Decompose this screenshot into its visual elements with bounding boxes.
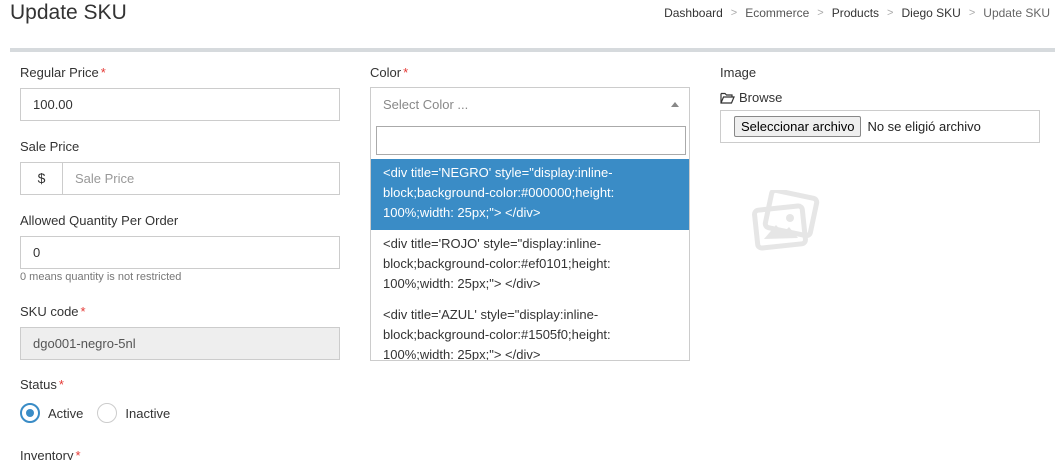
breadcrumb-diego-sku[interactable]: Diego SKU (901, 6, 960, 20)
image-placeholder-icon (752, 190, 820, 251)
sku-code-input[interactable]: dgo001-negro-5nl (20, 327, 340, 360)
color-search-input[interactable] (376, 126, 686, 155)
sale-price-input[interactable]: Sale Price (63, 162, 340, 195)
breadcrumb-dashboard[interactable]: Dashboard (664, 6, 723, 20)
breadcrumb-ecommerce[interactable]: Ecommerce (745, 6, 809, 20)
breadcrumb-products[interactable]: Products (832, 6, 879, 20)
color-option-negro[interactable]: <div title='NEGRO' style="display:inline… (371, 159, 689, 230)
color-option-rojo[interactable]: <div title='ROJO' style="display:inline-… (371, 230, 689, 301)
file-status-text: No se eligió archivo (867, 119, 981, 134)
color-label: Color * (370, 65, 409, 80)
color-select-placeholder: Select Color ... (383, 97, 469, 112)
dollar-addon: $ (20, 162, 63, 195)
sale-price-group: $ Sale Price (20, 162, 340, 195)
inventory-label: Inventory * (20, 448, 81, 460)
file-input: Seleccionar archivo No se eligió archivo (720, 110, 1040, 143)
breadcrumb-current: Update SKU (983, 6, 1050, 20)
status-inactive-label[interactable]: Inactive (125, 406, 170, 421)
page-title: Update SKU (10, 1, 127, 24)
chevron-up-icon (671, 102, 679, 107)
breadcrumb-separator: > (817, 7, 824, 19)
color-select[interactable]: Select Color ... (370, 87, 690, 122)
folder-open-icon (720, 92, 735, 104)
allowed-quantity-input[interactable]: 0 (20, 236, 340, 269)
choose-file-button[interactable]: Seleccionar archivo (734, 116, 862, 137)
allowed-quantity-help: 0 means quantity is not restricted (20, 271, 182, 283)
breadcrumb: Dashboard > Ecommerce > Products > Diego… (664, 6, 1050, 20)
sku-code-label: SKU code * (20, 304, 86, 319)
status-active-label[interactable]: Active (48, 406, 83, 421)
status-radio-group: Active Inactive (20, 403, 184, 423)
breadcrumb-separator: > (968, 7, 976, 19)
regular-price-label: Regular Price * (20, 65, 106, 80)
breadcrumb-separator: > (887, 7, 894, 19)
sale-price-label: Sale Price (20, 139, 80, 154)
color-option-azul[interactable]: <div title='AZUL' style="display:inline-… (371, 301, 689, 360)
breadcrumb-separator: > (730, 7, 738, 19)
allowed-quantity-label: Allowed Quantity Per Order (20, 213, 179, 228)
regular-price-input[interactable]: 100.00 (20, 88, 340, 121)
header-divider (10, 48, 1055, 52)
image-label: Image (720, 65, 757, 80)
browse-label: Browse (739, 90, 783, 105)
browse-link[interactable]: Browse (720, 90, 782, 105)
status-active-radio[interactable] (20, 403, 40, 423)
status-inactive-radio[interactable] (97, 403, 118, 423)
status-label: Status * (20, 377, 64, 392)
color-dropdown: <div title='NEGRO' style="display:inline… (370, 121, 690, 361)
